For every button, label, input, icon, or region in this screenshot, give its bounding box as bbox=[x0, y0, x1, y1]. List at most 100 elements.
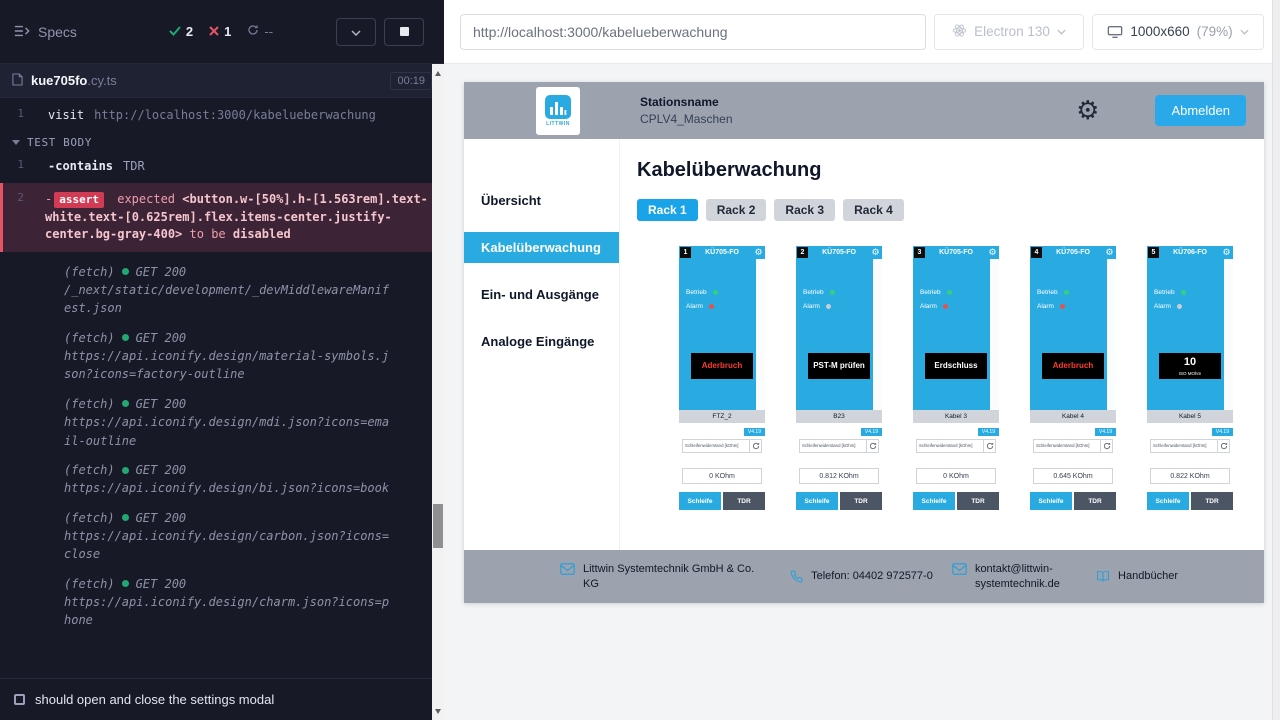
firmware-version-tag: V4.19 bbox=[1095, 428, 1116, 436]
browser-url-bar: Electron 130 1000x660 (79%) bbox=[444, 0, 1280, 64]
alarm-label: Alarm bbox=[920, 303, 937, 310]
refresh-icon[interactable] bbox=[983, 440, 995, 452]
failed-assert-command[interactable]: 2 -assert expected <button.w-[50%].h-[1.… bbox=[0, 183, 444, 251]
spec-file-header[interactable]: kue705fo.cy.ts 00:19 bbox=[0, 64, 444, 98]
reporter-scrollbar[interactable] bbox=[432, 64, 444, 720]
specs-menu-button[interactable]: Specs bbox=[14, 24, 77, 40]
next-test-title: should open and close the settings modal bbox=[35, 692, 274, 707]
resistance-value: 0 KOhm bbox=[682, 468, 762, 484]
schleife-button[interactable]: Schleife bbox=[913, 492, 955, 510]
device-gear-icon[interactable]: ⚙ bbox=[1103, 248, 1116, 258]
footer-text: Telefon: 04402 972577-0 bbox=[811, 569, 933, 584]
rack-tabs: Rack 1 Rack 2 Rack 3 Rack 4 bbox=[637, 199, 1264, 221]
test-body-section-toggle[interactable]: TEST BODY bbox=[0, 136, 444, 149]
rack-tab[interactable]: Rack 2 bbox=[706, 199, 767, 221]
chevron-down-icon bbox=[351, 24, 361, 39]
scrollbar-thumb[interactable] bbox=[433, 504, 443, 548]
network-log-entry[interactable]: (fetch) GET 200 https://api.iconify.desi… bbox=[0, 577, 444, 630]
tdr-button[interactable]: TDR bbox=[840, 492, 882, 510]
fetch-status: GET 200 bbox=[136, 577, 187, 591]
command-name: -contains bbox=[48, 158, 113, 174]
status-text: 10 bbox=[1184, 356, 1196, 369]
network-log-entry[interactable]: (fetch) GET 200 https://api.iconify.desi… bbox=[0, 397, 444, 450]
scroll-down-arrow[interactable] bbox=[432, 704, 444, 718]
tdr-button[interactable]: TDR bbox=[1074, 492, 1116, 510]
device-gear-icon[interactable]: ⚙ bbox=[869, 248, 882, 258]
network-log-entry[interactable]: (fetch) GET 200 https://api.iconify.desi… bbox=[0, 331, 444, 384]
schleife-button[interactable]: Schleife bbox=[1030, 492, 1072, 510]
device-gear-icon[interactable]: ⚙ bbox=[752, 248, 765, 258]
fetch-label: (fetch) bbox=[64, 463, 115, 477]
rack-tab[interactable]: Rack 4 bbox=[843, 199, 904, 221]
logo-brand-text: LITTWIN bbox=[546, 121, 570, 127]
alarm-label: Alarm bbox=[686, 303, 703, 310]
device-title: KÜ706-FO bbox=[1160, 249, 1220, 256]
stop-tests-button[interactable] bbox=[384, 18, 424, 46]
alarm-status-dot bbox=[709, 304, 714, 309]
success-dot-icon bbox=[122, 334, 129, 341]
stat-failed: 1 bbox=[209, 24, 231, 39]
assert-expected-state: disabled bbox=[233, 227, 291, 241]
station-value: CPLV4_Maschen bbox=[640, 111, 733, 127]
device-status-display: Aderbruch bbox=[1042, 353, 1104, 379]
sidebar-item[interactable]: Analoge Eingänge bbox=[464, 326, 619, 357]
specs-label: Specs bbox=[38, 24, 77, 40]
refresh-icon[interactable] bbox=[1100, 440, 1112, 452]
success-dot-icon bbox=[122, 268, 129, 275]
rack-tab[interactable]: Rack 1 bbox=[637, 199, 698, 221]
url-input[interactable] bbox=[473, 24, 913, 40]
resistance-label: Schleifenwiderstand [kOhm] bbox=[800, 440, 866, 452]
refresh-icon[interactable] bbox=[749, 440, 761, 452]
device-gear-icon[interactable]: ⚙ bbox=[986, 248, 999, 258]
success-dot-icon bbox=[122, 580, 129, 587]
firmware-version-tag: V4.19 bbox=[978, 428, 999, 436]
scroll-up-arrow[interactable] bbox=[432, 66, 444, 80]
schleife-button[interactable]: Schleife bbox=[1147, 492, 1189, 510]
refresh-icon[interactable] bbox=[1217, 440, 1229, 452]
betrieb-status-dot bbox=[713, 290, 718, 295]
collapse-all-button[interactable] bbox=[336, 18, 376, 46]
footer-text: Littwin Systemtechnik GmbH & Co. KG bbox=[583, 562, 771, 592]
network-log-entry[interactable]: (fetch) GET 200 /_next/static/developmen… bbox=[0, 265, 444, 318]
resistance-value: 0.645 KOhm bbox=[1033, 468, 1113, 484]
app-sidebar: Übersicht Kabelüberwachung Ein- und Ausg… bbox=[464, 139, 620, 603]
tdr-button[interactable]: TDR bbox=[1191, 492, 1233, 510]
footer-item[interactable]: Handbücher bbox=[1096, 569, 1178, 584]
device-cards: 1 KÜ705-FO ⚙ Betrieb Alarm Aderbruch FTZ… bbox=[679, 246, 1264, 510]
command-visit[interactable]: 1 visit http://localhost:3000/kabelueber… bbox=[0, 104, 444, 126]
schleife-button[interactable]: Schleife bbox=[679, 492, 721, 510]
command-contains[interactable]: 1 -contains TDR bbox=[0, 155, 444, 177]
command-arg: TDR bbox=[123, 158, 145, 174]
sidebar-item[interactable]: Übersicht bbox=[464, 185, 619, 216]
device-scroll-strip bbox=[756, 259, 765, 410]
schleife-button[interactable]: Schleife bbox=[796, 492, 838, 510]
resistance-label-box: Schleifenwiderstand [kOhm] bbox=[799, 439, 879, 453]
footer-item[interactable]: Littwin Systemtechnik GmbH & Co. KG bbox=[560, 562, 771, 592]
network-log-entry[interactable]: (fetch) GET 200 https://api.iconify.desi… bbox=[0, 463, 444, 498]
sidebar-item[interactable]: Ein- und Ausgänge bbox=[464, 279, 619, 310]
rack-tab[interactable]: Rack 3 bbox=[774, 199, 835, 221]
next-test-row[interactable]: should open and close the settings modal bbox=[0, 678, 432, 720]
viewport-selector[interactable]: 1000x660 (79%) bbox=[1092, 14, 1264, 50]
logout-button[interactable]: Abmelden bbox=[1155, 95, 1246, 126]
footer-item[interactable]: Telefon: 04402 972577-0 bbox=[790, 569, 933, 584]
betrieb-status-dot bbox=[947, 290, 952, 295]
device-card-top: 5 KÜ706-FO ⚙ Betrieb Alarm 10 ISO MOhm bbox=[1147, 246, 1233, 410]
fetch-label: (fetch) bbox=[64, 511, 115, 525]
settings-gear-icon[interactable]: ⚙ bbox=[1076, 98, 1099, 124]
device-gear-icon[interactable]: ⚙ bbox=[1220, 248, 1233, 258]
page-scrollbar[interactable] bbox=[1272, 0, 1280, 720]
status-text: Erdschluss bbox=[934, 361, 977, 371]
fetch-label: (fetch) bbox=[64, 397, 115, 411]
network-log: (fetch) GET 200 /_next/static/developmen… bbox=[0, 265, 444, 631]
refresh-icon[interactable] bbox=[866, 440, 878, 452]
footer-item[interactable]: kontakt@littwin-systemtechnik.de bbox=[952, 562, 1077, 592]
browser-name: Electron 130 bbox=[974, 24, 1050, 39]
tdr-button[interactable]: TDR bbox=[723, 492, 765, 510]
device-status-display: Erdschluss bbox=[925, 353, 987, 379]
browser-selector[interactable]: Electron 130 bbox=[934, 14, 1084, 50]
tdr-button[interactable]: TDR bbox=[957, 492, 999, 510]
sidebar-item[interactable]: Kabelüberwachung bbox=[464, 232, 619, 263]
device-number-badge: 5 bbox=[1148, 247, 1159, 258]
network-log-entry[interactable]: (fetch) GET 200 https://api.iconify.desi… bbox=[0, 511, 444, 564]
